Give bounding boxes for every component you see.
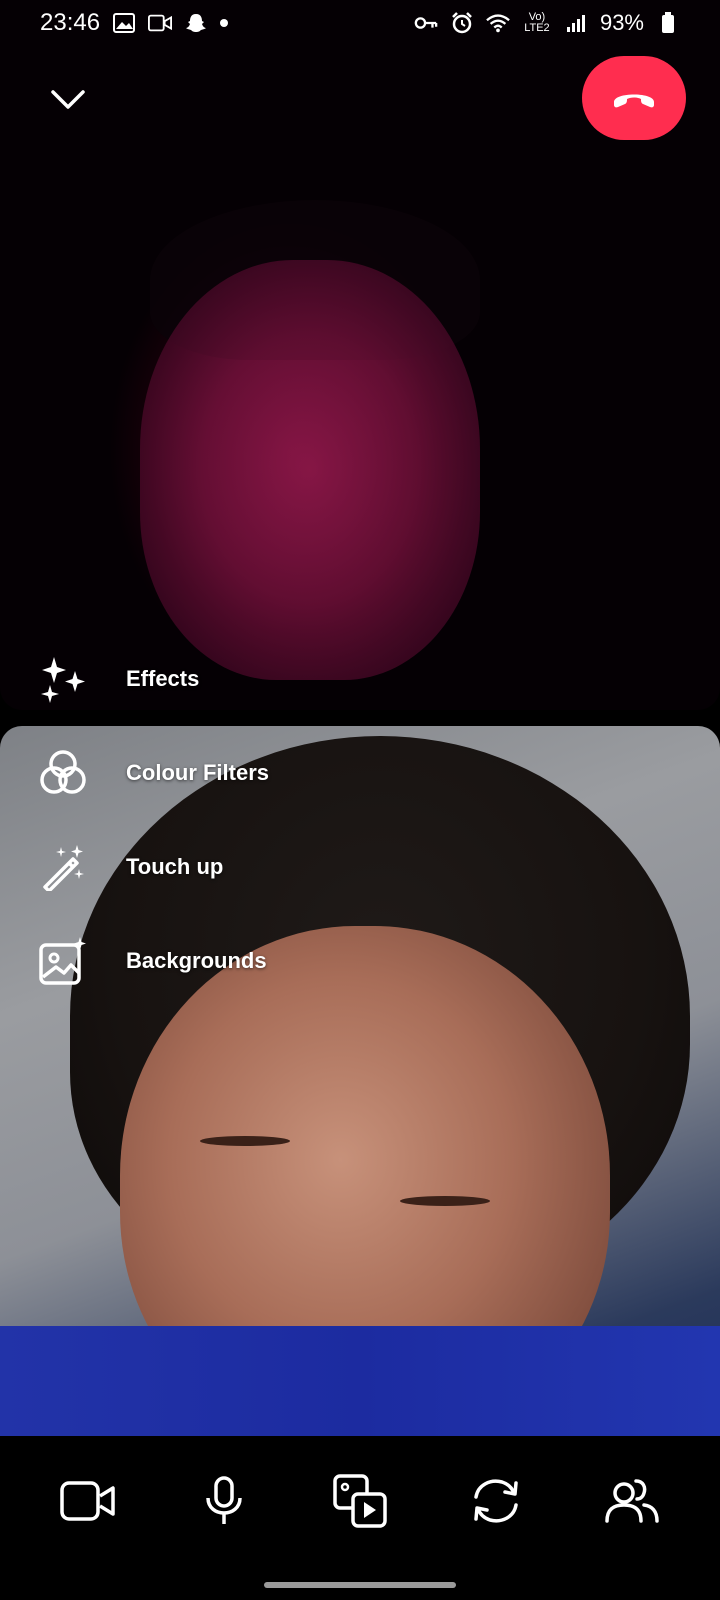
minimize-call-button[interactable]: [44, 76, 92, 124]
flip-camera-button[interactable]: [461, 1466, 531, 1536]
effects-menu: Effects Colour Filters Touch up Backgrou…: [38, 632, 438, 1008]
camera-switch-icon: [474, 1479, 518, 1523]
menu-label-effects: Effects: [126, 666, 200, 691]
status-right: Vo) LTE2 93%: [414, 10, 680, 36]
camera-toggle-button[interactable]: [53, 1466, 123, 1536]
local-right-eye: [400, 1196, 490, 1206]
status-bar: 23:46 Vo) LTE2 93%: [0, 0, 720, 46]
colour-filters-icon: [38, 748, 88, 798]
media-share-icon: [333, 1474, 387, 1528]
microphone-toggle-button[interactable]: [189, 1466, 259, 1536]
menu-item-effects[interactable]: Effects: [38, 632, 438, 726]
menu-item-backgrounds[interactable]: Backgrounds: [38, 914, 438, 1008]
menu-label-touch-up: Touch up: [126, 854, 224, 879]
gallery-icon: [112, 11, 136, 35]
video-camera-icon: [60, 1481, 115, 1521]
local-left-eye: [200, 1136, 290, 1146]
wifi-icon: [486, 11, 510, 35]
menu-item-touch-up[interactable]: Touch up: [38, 820, 438, 914]
menu-label-backgrounds: Backgrounds: [126, 948, 267, 973]
snapchat-icon: [184, 11, 208, 35]
local-sweater: [0, 1326, 720, 1436]
home-indicator[interactable]: [264, 1582, 456, 1588]
call-controls-bar: [0, 1436, 720, 1566]
menu-label-colour-filters: Colour Filters: [126, 760, 270, 785]
magic-wand-icon: [38, 842, 88, 892]
more-notifications-dot: [220, 19, 229, 27]
battery-icon: [656, 11, 680, 35]
battery-percent: 93%: [599, 10, 644, 35]
signal-icon: [564, 11, 588, 35]
status-time: 23:46: [40, 9, 101, 36]
chevron-down-icon: [51, 90, 85, 109]
video-notification-icon: [148, 11, 173, 35]
participants-button[interactable]: [597, 1466, 667, 1536]
network-type-label: Vo) LTE2: [524, 11, 550, 34]
status-left: 23:46: [40, 9, 229, 37]
remote-face: [140, 260, 480, 680]
microphone-icon: [206, 1476, 242, 1524]
share-media-button[interactable]: [325, 1466, 395, 1536]
hang-up-icon: [614, 94, 654, 108]
alarm-icon: [450, 11, 474, 35]
key-icon: [414, 11, 438, 35]
sparkles-icon: [38, 654, 88, 704]
people-icon: [605, 1479, 659, 1523]
end-call-button[interactable]: [582, 56, 686, 140]
background-image-icon: [38, 936, 88, 986]
menu-item-colour-filters[interactable]: Colour Filters: [38, 726, 438, 820]
